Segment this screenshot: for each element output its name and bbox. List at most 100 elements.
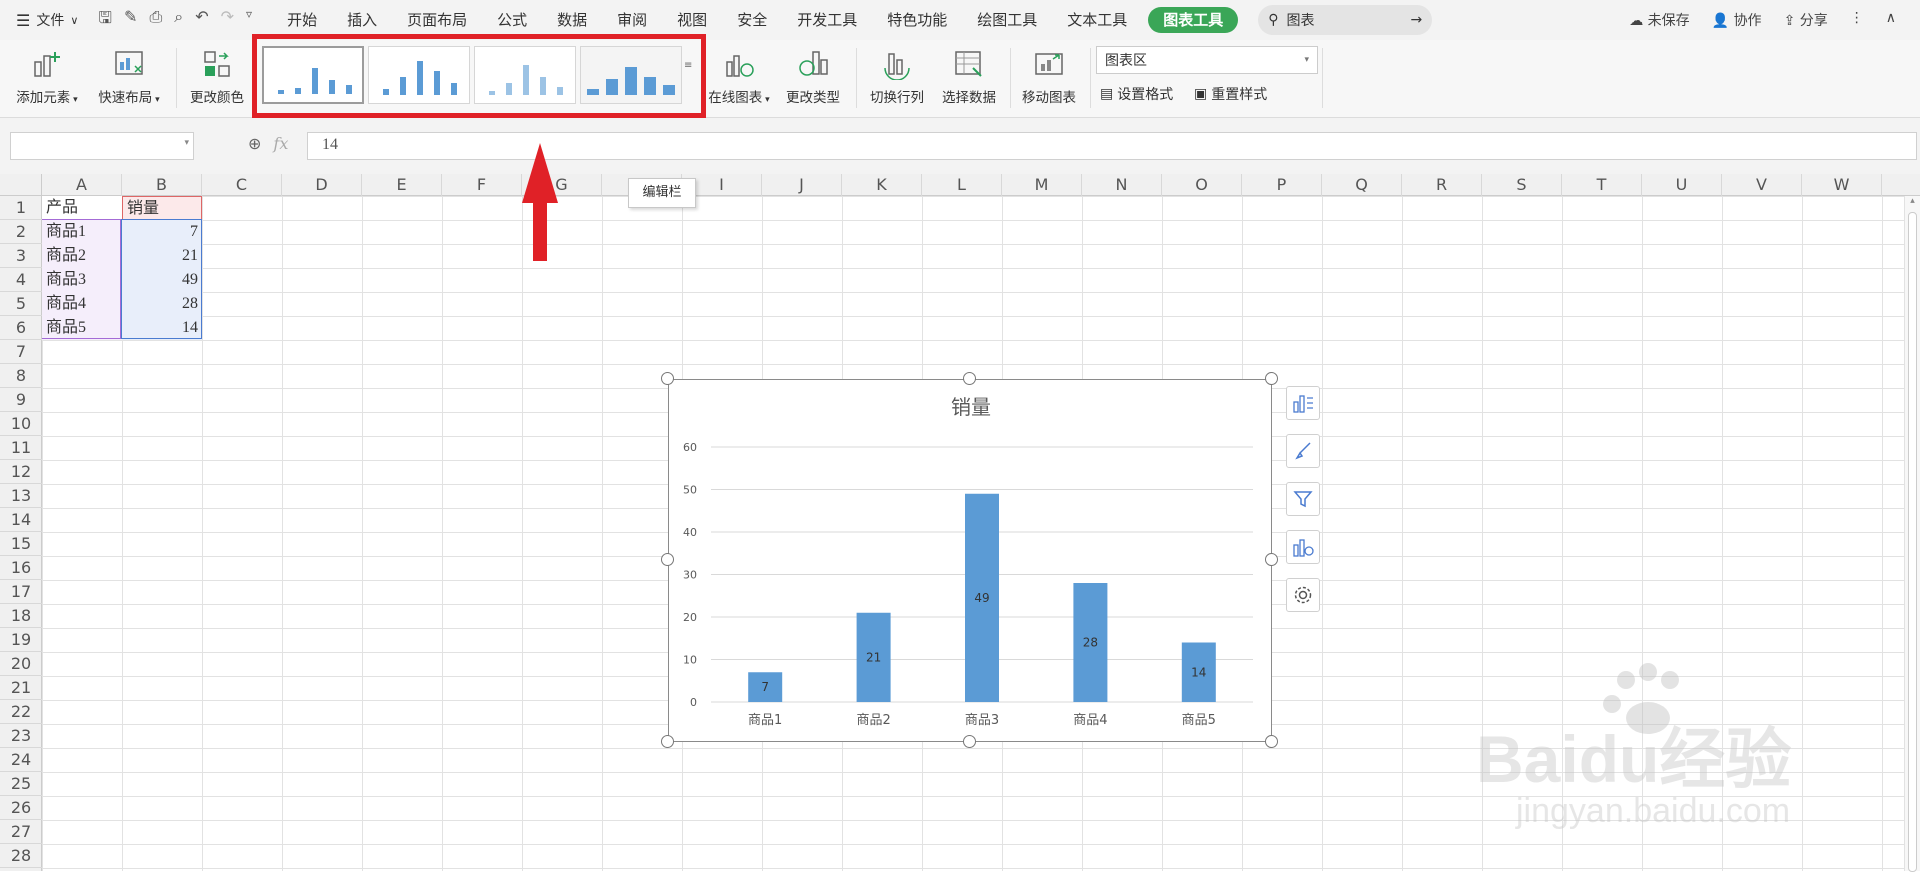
chart-style-side-button[interactable] xyxy=(1286,434,1320,468)
row-header[interactable]: 25 xyxy=(0,772,42,796)
resize-handle[interactable] xyxy=(661,553,674,566)
print-icon[interactable]: ⎙ xyxy=(149,7,162,34)
row-header[interactable]: 22 xyxy=(0,700,42,724)
column-header[interactable]: J xyxy=(762,174,842,196)
row-header[interactable]: 15 xyxy=(0,532,42,556)
resize-handle[interactable] xyxy=(1265,735,1278,748)
vertical-scrollbar[interactable]: ▴ xyxy=(1904,196,1920,872)
add-element-button[interactable]: 添加元素 ▾ xyxy=(12,48,82,106)
change-color-button[interactable]: 更改颜色 xyxy=(184,48,250,106)
format-painter-icon[interactable]: ✎ xyxy=(124,7,137,34)
chart-element-dropdown[interactable]: 图表区 ▾ xyxy=(1096,46,1318,74)
move-chart-button[interactable]: 移动图表 xyxy=(1016,48,1082,106)
search-box[interactable]: ⚲ 图表 → xyxy=(1258,5,1433,35)
column-header[interactable]: Q xyxy=(1322,174,1402,196)
resize-handle[interactable] xyxy=(1265,553,1278,566)
set-format-button[interactable]: ▤ 设置格式 xyxy=(1100,84,1173,104)
row-header[interactable]: 5 xyxy=(0,292,42,316)
row-header[interactable]: 26 xyxy=(0,796,42,820)
row-header[interactable]: 23 xyxy=(0,724,42,748)
row-header[interactable]: 3 xyxy=(0,244,42,268)
row-header[interactable]: 28 xyxy=(0,844,42,868)
column-header[interactable]: F xyxy=(442,174,522,196)
online-chart-button[interactable]: 在线图表 ▾ xyxy=(704,48,774,106)
row-header[interactable]: 11 xyxy=(0,436,42,460)
resize-handle[interactable] xyxy=(661,372,674,385)
column-header[interactable]: L xyxy=(922,174,1002,196)
arrow-right-icon[interactable]: → xyxy=(1411,12,1423,28)
column-header[interactable]: E xyxy=(362,174,442,196)
zoom-icon[interactable]: ⊕ xyxy=(248,134,261,153)
column-header[interactable]: P xyxy=(1242,174,1322,196)
cell[interactable]: 产品 xyxy=(42,196,122,220)
tab-11[interactable]: 文本工具 xyxy=(1052,0,1142,40)
name-box[interactable]: ▾ xyxy=(10,132,194,160)
column-header[interactable]: R xyxy=(1402,174,1482,196)
share-button[interactable]: ⇪ 分享 xyxy=(1784,10,1828,30)
cell[interactable]: 销量 xyxy=(122,196,202,220)
row-header[interactable]: 6 xyxy=(0,316,42,340)
chart-elements-side-button[interactable] xyxy=(1286,386,1320,420)
tab-12[interactable]: 图表工具 xyxy=(1148,7,1239,33)
switch-rowcol-button[interactable]: 切换行列 xyxy=(864,48,930,106)
print-preview-icon[interactable]: ⌕ xyxy=(174,7,183,34)
unsaved-button[interactable]: ☁ 未保存 xyxy=(1629,10,1689,30)
column-header[interactable]: S xyxy=(1482,174,1562,196)
more-icon[interactable]: ⋮ xyxy=(1850,10,1864,30)
collab-button[interactable]: 👤 协作 xyxy=(1712,10,1762,30)
chart-filter-side-button[interactable] xyxy=(1286,482,1320,516)
row-header[interactable]: 21 xyxy=(0,676,42,700)
save-icon[interactable]: 🖫 xyxy=(98,7,112,34)
row-header[interactable]: 13 xyxy=(0,484,42,508)
row-header[interactable]: 9 xyxy=(0,388,42,412)
reset-style-button[interactable]: ▣ 重置样式 xyxy=(1194,84,1267,104)
redo-icon[interactable]: ↷ xyxy=(221,7,234,34)
select-all-corner[interactable] xyxy=(0,174,42,196)
chart-container[interactable]: 销量 0 10 20 30 40 50 60 7 商品1 21 商品2 49 商品3 28 商品4 14 商品5 xyxy=(668,379,1272,742)
undo-icon[interactable]: ↶ xyxy=(195,7,208,34)
row-header[interactable]: 19 xyxy=(0,628,42,652)
column-header[interactable]: T xyxy=(1562,174,1642,196)
chart-settings-side-button[interactable] xyxy=(1286,578,1320,612)
resize-handle[interactable] xyxy=(661,735,674,748)
row-header[interactable]: 14 xyxy=(0,508,42,532)
quick-layout-button[interactable]: 快速布局 ▾ xyxy=(94,48,164,106)
column-header[interactable]: K xyxy=(842,174,922,196)
column-header[interactable]: D xyxy=(282,174,362,196)
column-header[interactable]: C xyxy=(202,174,282,196)
row-header[interactable]: 2 xyxy=(0,220,42,244)
row-header[interactable]: 27 xyxy=(0,820,42,844)
resize-handle[interactable] xyxy=(963,735,976,748)
column-header[interactable]: W xyxy=(1802,174,1882,196)
tab-10[interactable]: 绘图工具 xyxy=(962,0,1052,40)
row-header[interactable]: 10 xyxy=(0,412,42,436)
column-header[interactable]: O xyxy=(1162,174,1242,196)
row-header[interactable]: 8 xyxy=(0,364,42,388)
scroll-up-icon[interactable]: ▴ xyxy=(1905,196,1920,206)
row-header[interactable]: 4 xyxy=(0,268,42,292)
column-header[interactable]: B xyxy=(122,174,202,196)
row-header[interactable]: 7 xyxy=(0,340,42,364)
scroll-thumb[interactable] xyxy=(1908,212,1917,872)
row-header[interactable]: 20 xyxy=(0,652,42,676)
column-header[interactable]: M xyxy=(1002,174,1082,196)
resize-handle[interactable] xyxy=(963,372,976,385)
row-header[interactable]: 16 xyxy=(0,556,42,580)
select-data-button[interactable]: 选择数据 xyxy=(936,48,1002,106)
change-type-button[interactable]: 更改类型 xyxy=(780,48,846,106)
online-chart-side-button[interactable] xyxy=(1286,530,1320,564)
row-header[interactable]: 12 xyxy=(0,460,42,484)
fx-icon[interactable]: fx xyxy=(273,134,288,153)
file-menu[interactable]: ☰ 文件 ∨ xyxy=(0,10,88,30)
search-input[interactable]: 图表 xyxy=(1287,10,1403,30)
row-header[interactable]: 1 xyxy=(0,196,42,220)
tab-9[interactable]: 特色功能 xyxy=(872,0,962,40)
resize-handle[interactable] xyxy=(1265,372,1278,385)
customize-icon[interactable]: ▿ xyxy=(246,7,252,34)
column-header[interactable]: V xyxy=(1722,174,1802,196)
collapse-icon[interactable]: ∧ xyxy=(1886,10,1896,30)
row-header[interactable]: 24 xyxy=(0,748,42,772)
column-header[interactable]: U xyxy=(1642,174,1722,196)
column-header[interactable]: A xyxy=(42,174,122,196)
tab-8[interactable]: 开发工具 xyxy=(782,0,872,40)
